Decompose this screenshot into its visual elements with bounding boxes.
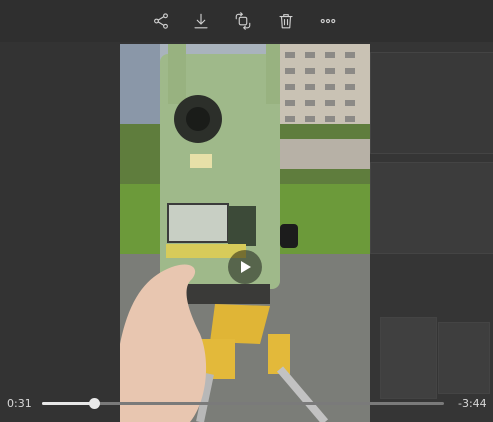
video-frame[interactable] — [120, 44, 370, 422]
progress-bar[interactable] — [42, 398, 444, 409]
blurred-thumb — [380, 317, 437, 399]
more-button[interactable] — [316, 9, 340, 33]
delete-icon — [279, 14, 293, 29]
blurred-thumb — [370, 162, 493, 254]
share-button[interactable] — [149, 9, 173, 33]
remaining-time: -3:44 — [458, 397, 487, 410]
more-icon — [320, 18, 336, 24]
play-button[interactable] — [228, 250, 262, 284]
share-icon — [154, 13, 168, 29]
play-icon — [241, 261, 251, 273]
video-scene — [120, 44, 370, 422]
background-blur-panel — [370, 42, 493, 422]
download-button[interactable] — [189, 9, 213, 33]
blurred-thumb — [438, 322, 490, 394]
top-toolbar — [0, 0, 493, 42]
download-icon — [194, 13, 208, 29]
delete-button[interactable] — [274, 9, 298, 33]
blurred-thumb — [370, 52, 493, 154]
current-time: 0:31 — [7, 397, 32, 410]
progress-fill — [42, 402, 95, 405]
rotate-button[interactable] — [231, 9, 255, 33]
rotate-icon — [235, 12, 251, 30]
